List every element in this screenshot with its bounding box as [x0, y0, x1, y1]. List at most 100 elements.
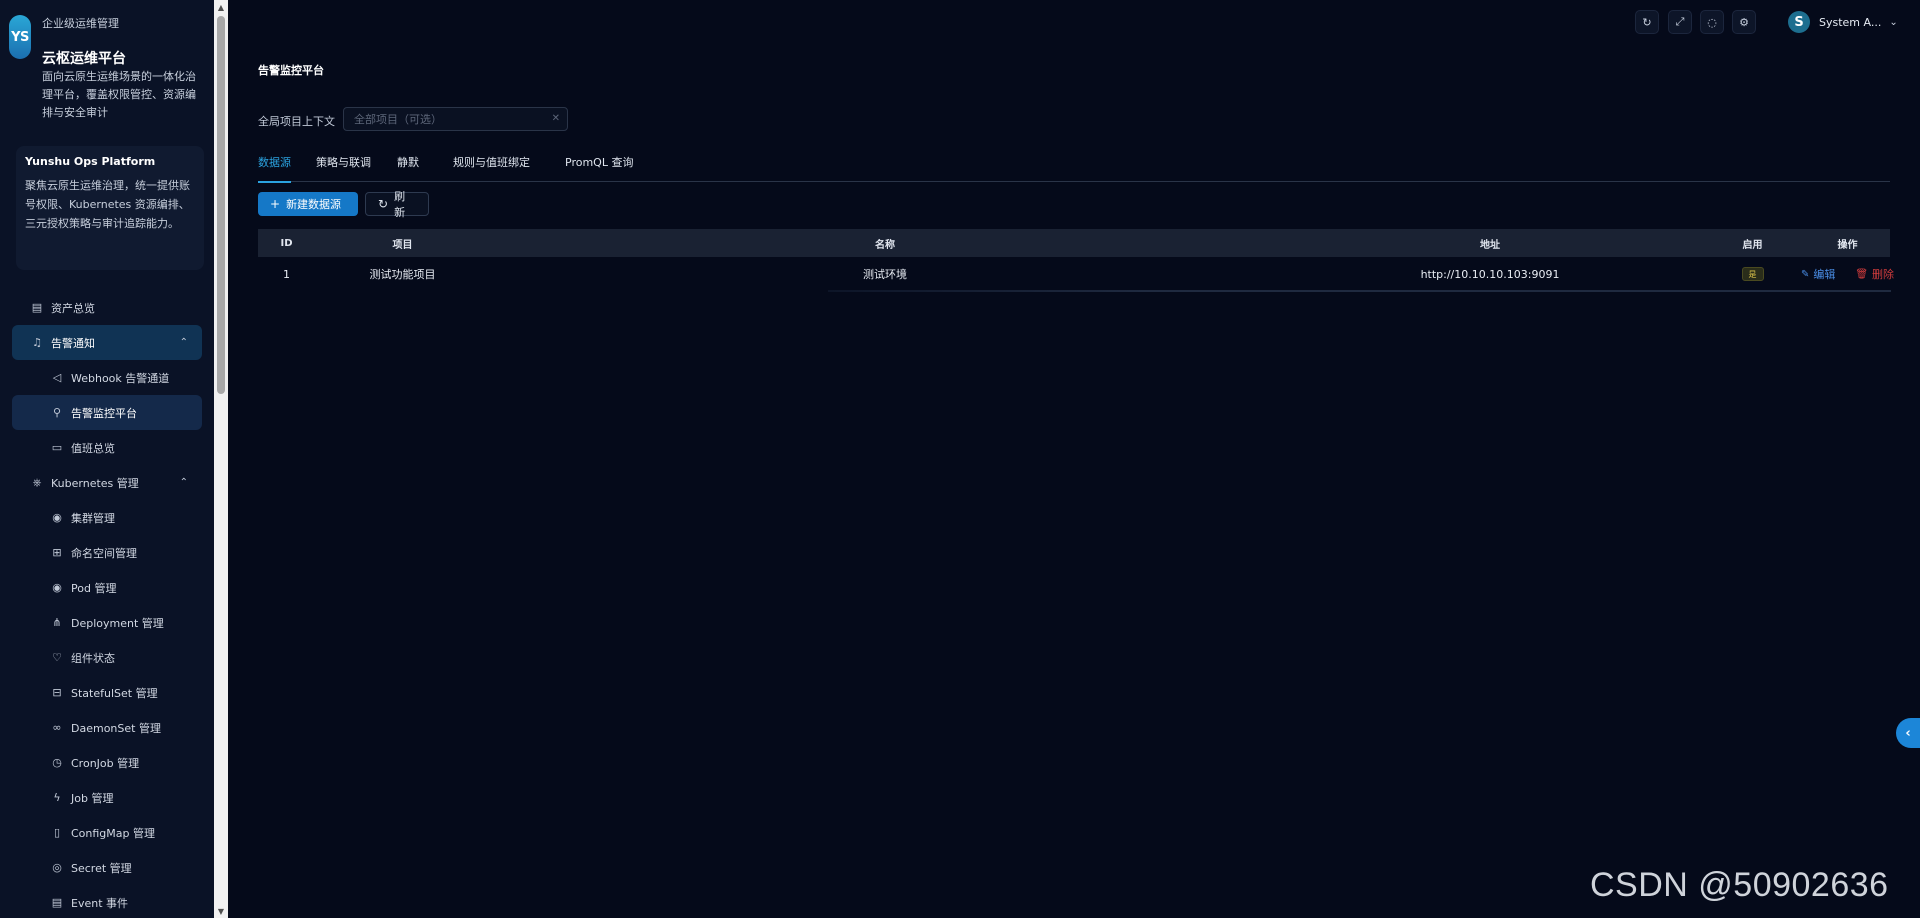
- avatar: S: [1788, 11, 1810, 33]
- scroll-up-icon[interactable]: ▲: [214, 0, 228, 14]
- sidebar-item-asset[interactable]: ▤ 资产总览: [0, 290, 214, 325]
- chevron-down-icon: ⌄: [1889, 16, 1898, 28]
- collapse-panel-button[interactable]: ‹: [1896, 718, 1920, 748]
- sidebar-item-cluster[interactable]: ◉ 集群管理: [0, 500, 214, 535]
- tab-promql[interactable]: PromQL 查询: [565, 154, 633, 182]
- file-icon: ▯: [53, 826, 61, 839]
- brand-description: 面向云原生运维场景的一体化治理平台，覆盖权限管控、资源编排与安全审计: [42, 70, 196, 119]
- sidebar-scrollbar[interactable]: ▲ ▼: [214, 0, 228, 918]
- watermark: CSDN @50902636: [1590, 866, 1889, 904]
- kubernetes-icon: ⎈: [32, 475, 42, 489]
- sidebar-item-cronjob[interactable]: ◷ CronJob 管理: [0, 745, 214, 780]
- column-header-enabled: 启用: [1742, 239, 1763, 251]
- sidebar-item-event[interactable]: ▤ Event 事件: [0, 885, 214, 918]
- sidebar-item-label: 命名空间管理: [71, 546, 137, 560]
- project-context-input[interactable]: [354, 112, 544, 126]
- lightning-icon: ϟ: [53, 791, 61, 804]
- sidebar-item-label: Event 事件: [71, 896, 129, 910]
- edit-icon: ✎: [1800, 268, 1810, 280]
- sidebar-item-label: Secret 管理: [71, 861, 132, 875]
- edit-label: 编辑: [1813, 268, 1836, 281]
- brand: YS 企业级运维管理 云枢运维平台 面向云原生运维场景的一体化治理平台，覆盖权限…: [0, 0, 214, 135]
- sidebar-item-webhook[interactable]: ◁ Webhook 告警通道: [0, 360, 214, 395]
- table-header: ID 项目 名称 地址 启用 操作: [258, 229, 1890, 257]
- fullscreen-icon[interactable]: ⤢: [1668, 10, 1692, 34]
- app-root: YS 企业级运维管理 云枢运维平台 面向云原生运维场景的一体化治理平台，覆盖权限…: [0, 0, 1920, 918]
- cell-name: 测试环境: [863, 268, 907, 281]
- status-badge: 是: [1741, 267, 1764, 281]
- cell-address: http://10.10.10.103:9091: [1420, 267, 1560, 281]
- calendar-icon: ▭: [51, 441, 63, 454]
- delete-label: 删除: [1872, 268, 1895, 281]
- sidebar-item-statefulset[interactable]: ⊟ StatefulSet 管理: [0, 675, 214, 710]
- cell-enabled: 是: [1700, 267, 1805, 281]
- shield-icon: ◎: [52, 861, 62, 874]
- top-header: ↻ ⤢ ◌ ⚙ S System A... ⌄: [228, 0, 1920, 44]
- list-icon: ▤: [31, 301, 43, 314]
- sidebar-item-monitor[interactable]: ⚲ 告警监控平台: [12, 395, 202, 430]
- sidebar-item-kubernetes[interactable]: ⎈ Kubernetes 管理 ⌃: [0, 465, 214, 500]
- sidebar-item-label: CronJob 管理: [71, 756, 140, 770]
- sidebar-item-deployment[interactable]: ⋔ Deployment 管理: [0, 605, 214, 640]
- chevron-up-icon: ⌃: [179, 337, 188, 348]
- sidebar-item-label: 集群管理: [71, 511, 115, 525]
- sidebar-item-component[interactable]: ♡ 组件状态: [0, 640, 214, 675]
- tab-rule-binding[interactable]: 规则与值班绑定: [453, 154, 530, 182]
- sidebar-item-daemonset[interactable]: ∞ DaemonSet 管理: [0, 710, 214, 745]
- refresh-label: 刷新: [394, 190, 406, 219]
- clock-icon: ◷: [52, 756, 62, 769]
- sidebar-item-label: 组件状态: [71, 651, 115, 665]
- scrollbar-thumb[interactable]: [217, 16, 225, 394]
- sidebar-item-label: Deployment 管理: [71, 616, 164, 630]
- lightbulb-icon[interactable]: ◌: [1700, 10, 1724, 34]
- sidebar-item-secret[interactable]: ◎ Secret 管理: [0, 850, 214, 885]
- datasource-table: ID 项目 名称 地址 启用 操作 1 测试功能项目 测试环境 http://1…: [258, 229, 1894, 292]
- sidebar-item-label: 值班总览: [71, 441, 115, 455]
- page-title: 告警监控平台: [258, 64, 324, 77]
- sidebar-item-pod[interactable]: ◉ Pod 管理: [0, 570, 214, 605]
- chevron-up-icon: ⌃: [179, 477, 188, 488]
- new-datasource-label: 新建数据源: [286, 198, 342, 211]
- sidebar-item-alert[interactable]: ♫ 告警通知 ⌃: [12, 325, 202, 360]
- cluster-icon: ◉: [52, 511, 62, 524]
- link-icon: ∞: [52, 721, 62, 734]
- intro-description: 聚焦云原生运维治理，统一提供账号权限、Kubernetes 资源编排、三元授权策…: [25, 179, 190, 230]
- bell-icon: ♫: [32, 336, 42, 349]
- tab-policy[interactable]: 策略与联调: [316, 154, 371, 182]
- user-menu[interactable]: S System A... ⌄: [1788, 10, 1898, 34]
- delete-button[interactable]: 🗑 删除: [1855, 266, 1894, 282]
- intro-title: Yunshu Ops Platform: [25, 155, 156, 168]
- new-datasource-button[interactable]: + 新建数据源: [258, 192, 358, 216]
- edit-button[interactable]: ✎ 编辑: [1801, 266, 1835, 282]
- sidebar-item-label: 告警通知: [51, 336, 95, 350]
- statefulset-icon: ⊟: [52, 686, 62, 699]
- sidebar-item-label: Pod 管理: [71, 581, 117, 595]
- tab-datasource[interactable]: 数据源: [258, 154, 291, 183]
- intro-card: Yunshu Ops Platform 聚焦云原生运维治理，统一提供账号权限、K…: [16, 146, 204, 270]
- column-header-project: 项目: [392, 239, 413, 251]
- pod-icon: ◉: [52, 581, 62, 594]
- refresh-button[interactable]: ↻ 刷新: [365, 190, 429, 219]
- clear-icon[interactable]: ✕: [552, 113, 560, 124]
- cell-id: 1: [283, 267, 290, 281]
- tabs: 数据源 策略与联调 静默 规则与值班绑定 PromQL 查询: [258, 154, 1890, 183]
- brand-subtitle: 企业级运维管理: [42, 17, 119, 30]
- refresh-icon[interactable]: ↻: [1635, 10, 1659, 34]
- gear-icon[interactable]: ⚙: [1732, 10, 1756, 34]
- sidebar-item-job[interactable]: ϟ Job 管理: [0, 780, 214, 815]
- trash-icon: 🗑: [1855, 268, 1869, 280]
- column-header-name: 名称: [875, 239, 895, 251]
- scroll-down-icon[interactable]: ▼: [214, 904, 228, 918]
- plus-icon: +: [270, 197, 281, 211]
- grid-icon: ⊞: [52, 546, 62, 559]
- sidebar-item-label: 资产总览: [51, 301, 95, 315]
- tab-silence[interactable]: 静默: [397, 154, 419, 182]
- sidebar-item-label: Kubernetes 管理: [51, 476, 139, 490]
- cell-actions: ✎ 编辑 🗑 删除: [1801, 266, 1894, 282]
- project-context-select[interactable]: ✕: [343, 107, 568, 131]
- sidebar-item-label: DaemonSet 管理: [71, 721, 161, 735]
- sidebar-item-namespace[interactable]: ⊞ 命名空间管理: [0, 535, 214, 570]
- column-header-id: ID: [280, 237, 293, 249]
- sidebar-item-oncall[interactable]: ▭ 值班总览: [0, 430, 214, 465]
- sidebar-item-configmap[interactable]: ▯ ConfigMap 管理: [0, 815, 214, 850]
